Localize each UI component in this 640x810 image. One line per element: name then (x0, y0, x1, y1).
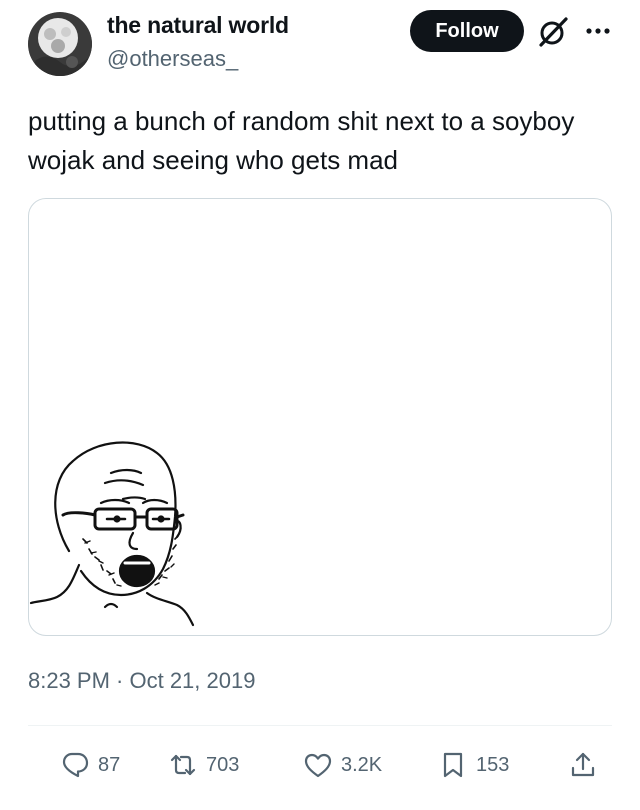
timestamp[interactable]: 8:23 PM · Oct 21, 2019 (28, 668, 255, 694)
share-icon (571, 752, 595, 777)
tweet-media[interactable] (28, 198, 612, 636)
bookmark-button[interactable]: 153 (438, 748, 509, 782)
bookmark-count: 153 (476, 753, 510, 776)
avatar[interactable] (28, 12, 92, 76)
reply-icon (62, 752, 89, 778)
bookmark-icon (443, 752, 463, 778)
heart-icon (304, 753, 332, 778)
reply-button[interactable]: 87 (60, 748, 120, 782)
retweet-count: 703 (206, 753, 240, 776)
reply-count: 87 (98, 753, 121, 776)
share-button[interactable] (568, 748, 598, 782)
handle[interactable]: @otherseas_ (107, 46, 238, 72)
like-count: 3.2K (341, 753, 383, 776)
retweet-button[interactable]: 703 (168, 748, 239, 782)
avatar-image (28, 12, 92, 76)
divider (28, 725, 612, 726)
retweet-icon (170, 754, 196, 776)
tweet-text: putting a bunch of random shit next to a… (28, 106, 575, 175)
grok-icon[interactable] (536, 15, 570, 49)
soyboy-wojak-drawing (29, 441, 195, 627)
display-name[interactable]: the natural world (107, 12, 289, 39)
more-icon[interactable] (584, 19, 612, 43)
like-button[interactable]: 3.2K (303, 748, 382, 782)
follow-button[interactable]: Follow (410, 10, 524, 52)
